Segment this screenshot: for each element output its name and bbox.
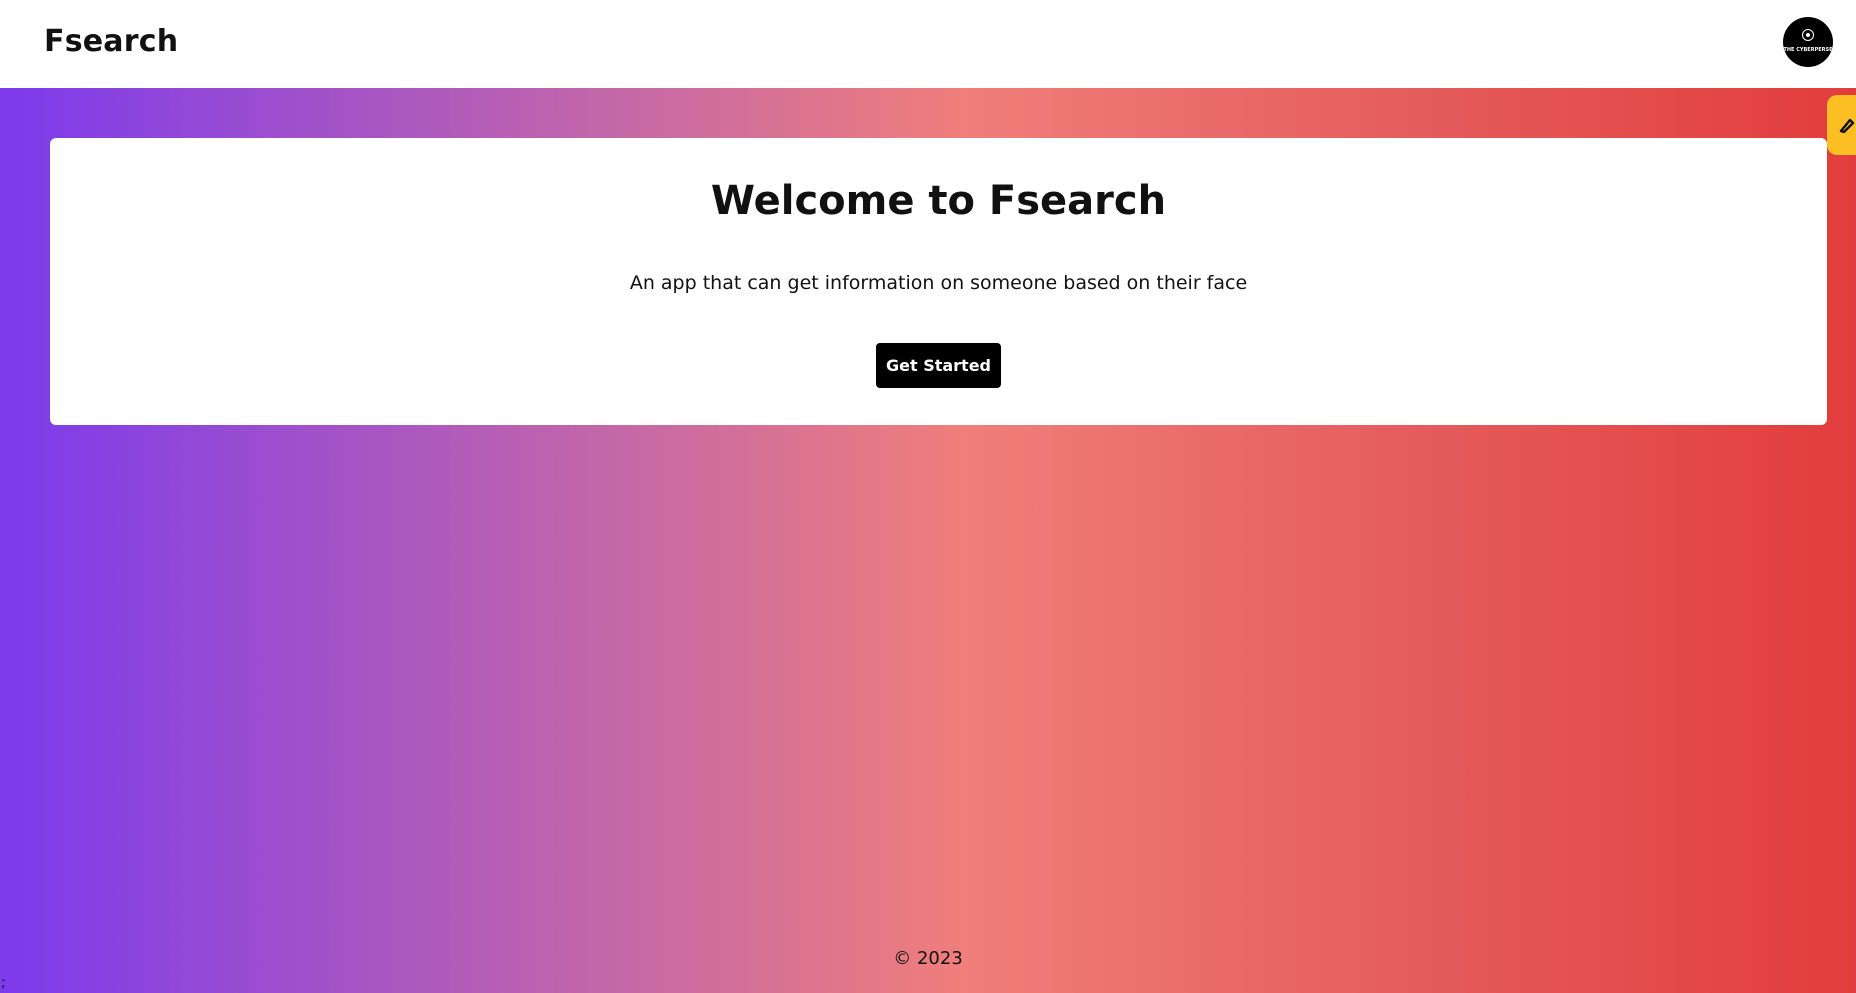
- page-title: Welcome to Fsearch: [710, 178, 1167, 224]
- profile-avatar[interactable]: THE CYBERPERSE: [1783, 17, 1833, 67]
- avatar-logo-text: THE CYBERPERSE: [1783, 47, 1833, 53]
- brand-title[interactable]: Fsearch: [44, 24, 178, 59]
- side-widget-tab[interactable]: [1827, 95, 1856, 155]
- welcome-card: Welcome to Fsearch An app that can get i…: [50, 138, 1827, 425]
- get-started-button[interactable]: Get Started: [876, 343, 1001, 388]
- footer-copyright: © 2023: [893, 948, 963, 969]
- page-subtitle: An app that can get information on someo…: [629, 272, 1248, 294]
- top-navbar: Fsearch THE CYBERPERSE: [0, 0, 1856, 88]
- avatar-logo-icon: [1802, 29, 1814, 41]
- pen-icon: [1839, 118, 1855, 134]
- stray-text: ;: [1, 975, 6, 991]
